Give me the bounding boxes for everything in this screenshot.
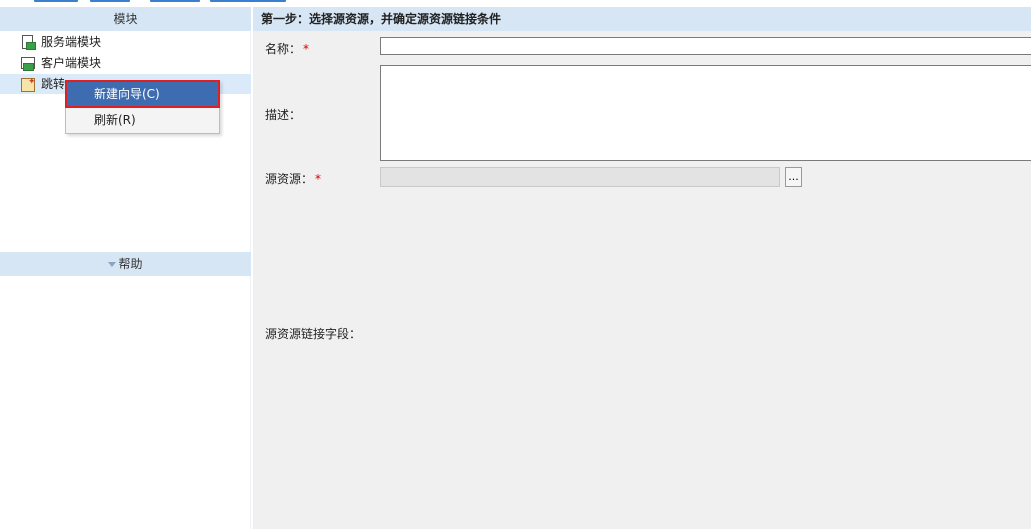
description-label: 描述： <box>265 108 302 122</box>
modules-panel-header[interactable]: 模块 <box>0 7 251 31</box>
source-resource-field <box>380 167 780 187</box>
help-panel-header[interactable]: 帮助 <box>0 252 251 276</box>
required-mark: * <box>315 172 322 186</box>
source-resource-label: 源资源： * <box>265 172 322 186</box>
name-input[interactable] <box>380 37 1031 55</box>
browse-source-button[interactable]: ... <box>785 167 802 187</box>
wizard-form-panel: 第一步：选择源资源，并确定源资源链接条件 名称： * 描述： 源资源： * ... … <box>253 7 1031 529</box>
client-module-icon <box>20 55 36 71</box>
help-header-label: 帮助 <box>118 257 143 271</box>
menu-item-new-wizard[interactable]: 新建向导(C) <box>65 80 220 108</box>
menu-item-refresh[interactable]: 刷新(R) <box>66 107 219 133</box>
source-link-field-label: 源资源链接字段： <box>265 327 362 341</box>
tree-item-client-module[interactable]: 客户端模块 <box>20 53 101 73</box>
name-label: 名称： * <box>265 42 310 56</box>
wizard-step-header: 第一步：选择源资源，并确定源资源链接条件 <box>253 7 1031 31</box>
required-mark: * <box>303 42 310 56</box>
tree-item-label: 客户端模块 <box>41 56 102 70</box>
jump-module-icon <box>20 72 36 92</box>
tree-item-label: 跳转 <box>41 77 66 91</box>
description-textarea[interactable] <box>380 65 1031 161</box>
collapse-arrow-icon <box>108 262 117 267</box>
server-module-icon <box>20 34 36 50</box>
tree-item-server-module[interactable]: 服务端模块 <box>20 32 101 52</box>
context-menu: 新建向导(C) 刷新(R) <box>65 80 220 134</box>
top-toolbar-fragment <box>0 0 1031 7</box>
tree-item-label: 服务端模块 <box>41 35 102 49</box>
